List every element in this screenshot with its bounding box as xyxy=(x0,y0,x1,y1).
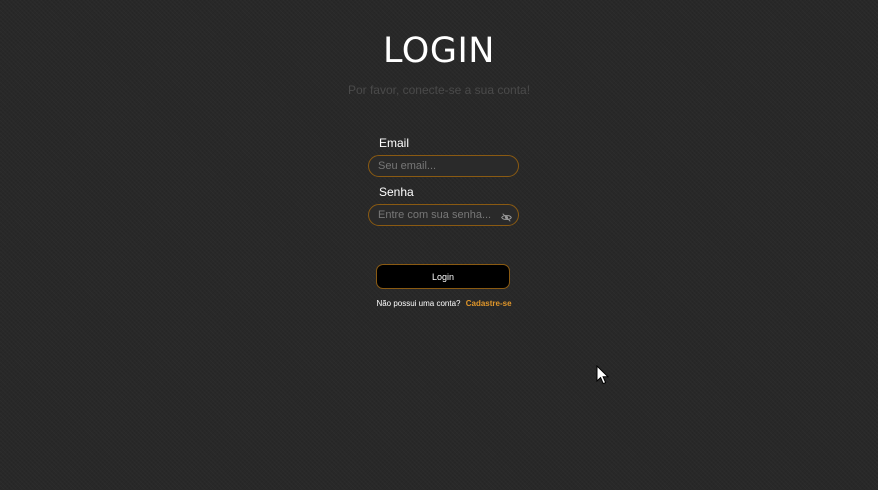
page-title: LOGIN xyxy=(383,31,495,71)
signup-link[interactable]: Cadastre-se xyxy=(466,299,512,308)
signup-row: Não possui uma conta? Cadastre-se xyxy=(0,299,878,308)
password-field-wrapper xyxy=(368,204,519,226)
email-input[interactable] xyxy=(378,156,513,176)
password-label: Senha xyxy=(379,185,414,199)
email-label: Email xyxy=(379,136,410,150)
mouse-pointer-icon xyxy=(596,364,610,385)
eye-slash-icon[interactable] xyxy=(501,210,512,222)
page-subtitle: Por favor, conecte-se a sua conta! xyxy=(347,83,531,97)
email-field-wrapper xyxy=(368,155,519,177)
password-input[interactable] xyxy=(378,205,493,225)
login-button[interactable]: Login xyxy=(376,264,510,289)
signup-prompt: Não possui uma conta? xyxy=(376,299,461,308)
